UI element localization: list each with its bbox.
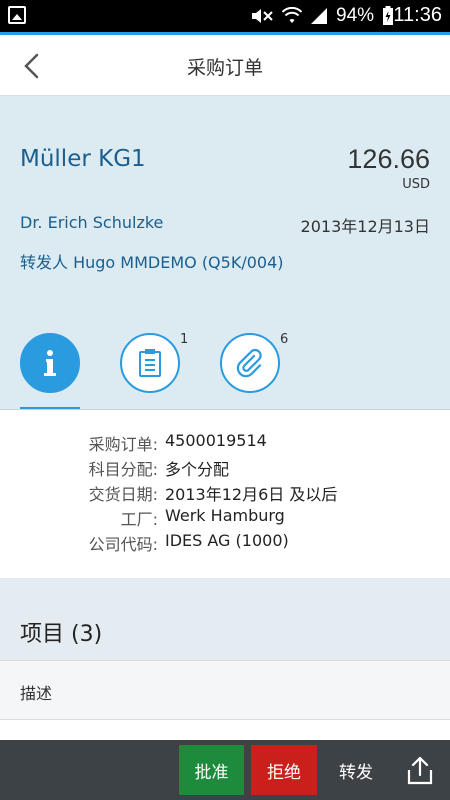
currency-code: USD	[402, 177, 430, 192]
share-icon	[407, 756, 433, 785]
contact-person: Dr. Erich Schulzke	[20, 213, 164, 232]
forwarded-by: 转发人 Hugo MMDEMO (Q5K/004)	[20, 253, 284, 272]
field-row-delivery-date: 交货日期: 2013年12月6日 及以后	[0, 481, 450, 505]
battery-percent: 94%	[336, 5, 375, 26]
field-row-account-assignment: 科目分配: 多个分配	[0, 456, 450, 480]
tab-attachments[interactable]	[220, 333, 280, 393]
field-row-company-code: 公司代码: IDES AG (1000)	[0, 531, 450, 555]
field-row-plant: 工厂: Werk Hamburg	[0, 506, 450, 530]
forward-button[interactable]: 转发	[324, 745, 388, 795]
notes-count: 1	[180, 332, 189, 347]
attachments-count: 6	[280, 332, 289, 347]
field-label: 公司代码:	[88, 535, 158, 554]
approve-button[interactable]: 批准	[179, 745, 244, 795]
share-button[interactable]	[396, 745, 444, 795]
order-amount: 126.66	[347, 144, 430, 174]
items-title: 项目 (3)	[20, 622, 103, 647]
field-row-po-number: 采购订单: 4500019514	[0, 431, 450, 455]
field-value: 多个分配	[165, 460, 230, 479]
field-label: 科目分配:	[88, 460, 158, 479]
field-value: 2013年12月6日 及以后	[165, 485, 338, 504]
wifi-icon	[282, 7, 302, 23]
vendor-name: Müller KG1	[20, 146, 146, 172]
notes-icon	[139, 349, 161, 377]
app-header: 采购订单	[0, 35, 450, 96]
status-bar: 94% 11:36	[0, 0, 450, 32]
mute-icon	[252, 9, 273, 23]
field-label: 采购订单:	[88, 435, 158, 454]
signal-icon	[311, 8, 327, 24]
items-section: 项目 (3)	[0, 578, 450, 660]
items-list	[0, 720, 450, 740]
object-header: Müller KG1 126.66 USD Dr. Erich Schulzke…	[0, 96, 450, 410]
system-icons: 94%	[250, 5, 394, 27]
page-title: 采购订单	[186, 57, 263, 79]
column-description: 描述	[20, 684, 53, 703]
field-value: IDES AG (1000)	[165, 531, 289, 550]
gallery-notification-icon	[8, 6, 26, 24]
tab-notes[interactable]	[120, 333, 180, 393]
field-label: 工厂:	[120, 510, 158, 529]
info-section: 采购订单: 4500019514 科目分配: 多个分配 交货日期: 2013年1…	[0, 410, 450, 578]
action-footer: 批准 拒绝 转发	[0, 740, 450, 800]
attachment-icon	[236, 348, 262, 378]
document-date: 2013年12月13日	[300, 217, 430, 236]
reject-button[interactable]: 拒绝	[251, 745, 317, 795]
field-value: Werk Hamburg	[165, 506, 285, 525]
clock: 11:36	[393, 4, 442, 26]
items-column-header: 描述	[0, 660, 450, 720]
info-icon	[44, 350, 56, 376]
field-label: 交货日期:	[88, 485, 158, 504]
tab-info[interactable]	[20, 333, 80, 393]
battery-icon	[383, 6, 394, 25]
field-value: 4500019514	[165, 431, 267, 450]
